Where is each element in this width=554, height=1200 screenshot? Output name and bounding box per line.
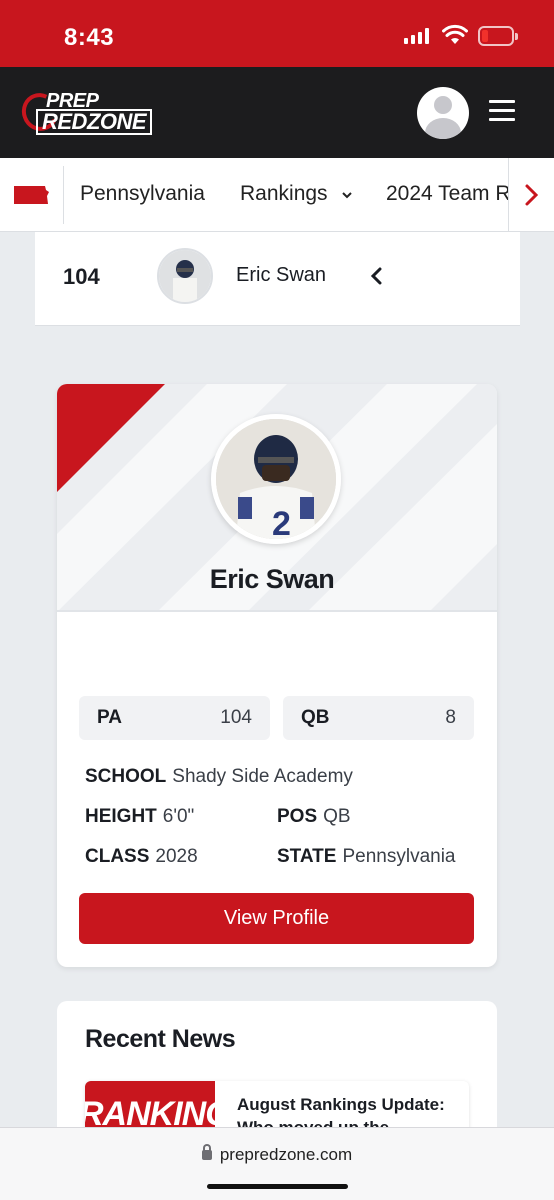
lock-icon <box>201 1144 212 1160</box>
ranking-list-row[interactable]: 104 Eric Swan <box>35 232 520 326</box>
state-value: Pennsylvania <box>342 846 456 867</box>
height-info: HEIGHT 6'0" <box>85 806 194 828</box>
view-profile-button[interactable]: View Profile <box>79 893 474 944</box>
position-rank-pill: QB 8 <box>283 696 474 740</box>
chevron-down-icon <box>342 192 353 199</box>
rank-number: 104 <box>63 264 100 289</box>
nav-item-pennsylvania[interactable]: Pennsylvania <box>80 182 205 206</box>
home-indicator[interactable] <box>207 1184 348 1189</box>
status-bar: 8:43 <box>0 0 554 67</box>
state-nav-bar: Pennsylvania Rankings 2024 Team R <box>0 158 554 232</box>
wifi-icon <box>442 24 468 44</box>
url-text: prepredzone.com <box>219 1145 353 1164</box>
cellular-signal-icon <box>404 28 429 44</box>
state-info: STATE Pennsylvania <box>277 846 456 868</box>
state-rank-label: PA <box>97 707 122 728</box>
nav-item-rankings-label: Rankings <box>240 182 328 205</box>
player-name: Eric Swan <box>236 264 327 286</box>
site-header: PREP REDZONE <box>0 67 554 158</box>
recent-news-card: Recent News RANKINGS August Rankings Upd… <box>57 1001 497 1141</box>
player-profile-card: 2 Eric Swan PA 104 QB 8 SCHOOL Shady Side… <box>57 384 497 967</box>
position-rank-value: 8 <box>445 707 456 728</box>
nav-divider <box>63 166 64 224</box>
svg-text:2: 2 <box>272 505 291 539</box>
school-value: Shady Side Academy <box>172 766 353 787</box>
school-info: SCHOOL Shady Side Academy <box>85 766 353 788</box>
browser-address-bar[interactable]: prepredzone.com <box>0 1127 554 1200</box>
player-name-title: Eric Swan <box>209 564 335 594</box>
position-rank-label: QB <box>301 707 330 728</box>
prep-redzone-logo[interactable]: PREP REDZONE <box>16 87 154 137</box>
user-silhouette-icon <box>434 96 452 114</box>
player-photo: 2 <box>211 414 341 544</box>
position-info: POS QB <box>277 806 351 828</box>
class-value: 2028 <box>155 846 198 867</box>
pennsylvania-state-icon[interactable] <box>12 184 50 206</box>
card-banner: 2 Eric Swan <box>57 384 497 612</box>
chevron-left-icon[interactable] <box>369 266 385 286</box>
state-label: STATE <box>277 846 337 867</box>
hamburger-menu-icon[interactable] <box>489 100 515 122</box>
height-label: HEIGHT <box>85 806 157 827</box>
logo-text-bottom: REDZONE <box>36 109 153 135</box>
nav-item-rankings[interactable]: Rankings <box>240 182 353 206</box>
chevron-right-icon <box>525 184 539 206</box>
height-value: 6'0" <box>162 806 195 827</box>
class-info: CLASS 2028 <box>85 846 198 868</box>
battery-icon <box>478 26 518 46</box>
state-rank-pill: PA 104 <box>79 696 270 740</box>
nav-scroll-right-button[interactable] <box>508 158 554 231</box>
url-display: prepredzone.com <box>0 1144 554 1165</box>
school-label: SCHOOL <box>85 766 167 787</box>
class-label: CLASS <box>85 846 150 867</box>
user-silhouette-body <box>425 118 461 139</box>
pos-value: QB <box>323 806 351 827</box>
account-avatar-button[interactable] <box>417 87 469 139</box>
recent-news-title: Recent News <box>85 1025 236 1053</box>
status-time: 8:43 <box>64 24 115 51</box>
pos-label: POS <box>277 806 318 827</box>
player-thumbnail <box>157 248 213 304</box>
nav-item-team-rankings[interactable]: 2024 Team R <box>386 182 511 206</box>
state-rank-value: 104 <box>220 707 252 728</box>
